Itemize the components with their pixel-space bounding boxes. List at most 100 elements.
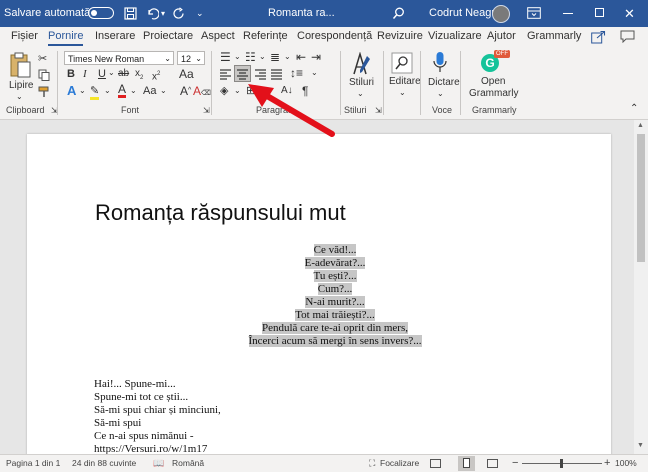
italic-icon[interactable]: I [83,68,87,80]
user-name[interactable]: Codrut Neagu [429,0,498,27]
strikethrough-icon[interactable]: ab [118,68,129,80]
microphone-icon[interactable] [432,51,448,75]
poem-centered-block[interactable]: Ce văd!... E-adevărat?... Tu ești?... Cu… [205,244,465,348]
styles-launcher-icon[interactable]: ⇲ [375,105,382,117]
font-color-dropdown-icon[interactable]: ⌄ [130,85,137,97]
zoom-level[interactable]: 100% [615,455,637,472]
tab-references[interactable]: Referințe [243,27,288,47]
multilevel-dropdown-icon[interactable]: ⌄ [284,51,291,63]
copy-icon[interactable] [38,69,50,81]
font-size-grow-dropdown-icon[interactable]: ⌄ [160,85,167,97]
search-icon[interactable] [392,7,405,20]
tab-view[interactable]: Vizualizare [428,27,482,47]
line-spacing-dropdown-icon[interactable]: ⌄ [311,67,318,79]
share-icon[interactable] [591,30,606,44]
numbering-dropdown-icon[interactable]: ⌄ [259,51,266,63]
bold-icon[interactable]: B [67,68,75,80]
ribbon-display-icon[interactable] [527,7,541,19]
dictate-dropdown-icon[interactable]: ⌄ [437,88,444,100]
customize-toolbar-icon[interactable]: ⌄ [196,0,204,27]
underline-icon[interactable]: U [98,68,106,80]
tab-review[interactable]: Revizuire [377,27,423,47]
avatar[interactable] [492,5,510,23]
comments-icon[interactable] [620,30,635,43]
open-grammarly-label-2[interactable]: Grammarly [469,88,518,99]
font-name-dropdown[interactable]: Times New Roman ⌄ [64,51,174,65]
multilevel-list-icon[interactable]: ≣ [270,51,280,63]
autosave-toggle[interactable] [88,7,114,19]
text-effects-icon[interactable]: A [67,84,76,97]
numbering-icon[interactable]: ☷ [245,51,256,63]
paste-icon[interactable] [9,52,31,78]
word-count[interactable]: 24 din 88 cuvinte [72,455,136,472]
align-center-icon[interactable] [236,68,249,80]
line-spacing-icon[interactable]: ↕≡ [290,67,303,79]
zoom-out-icon[interactable]: − [512,455,518,472]
font-color-icon[interactable]: A [118,83,127,98]
page-count[interactable]: Pagina 1 din 1 [6,455,60,472]
web-layout-icon[interactable] [487,459,498,468]
dictate-label[interactable]: Dictare [428,77,460,88]
vertical-scrollbar[interactable]: ▲ ▼ [634,120,648,454]
open-grammarly-label-1[interactable]: Open [481,76,505,87]
text-effects-dropdown-icon[interactable]: ⌄ [79,85,86,97]
align-right-icon[interactable] [254,68,267,80]
proofing-icon[interactable]: 📖 [153,455,164,472]
scroll-up-icon[interactable]: ▲ [637,122,644,129]
tab-home[interactable]: Pornire [48,27,84,47]
bullets-icon[interactable]: ☰ [220,51,231,63]
tab-mailings[interactable]: Corespondență [297,27,372,47]
document-heading[interactable]: Romanța răspunsului mut [95,200,346,226]
tab-file[interactable]: Fișier [11,27,38,47]
clear-formatting-icon[interactable]: A⌫ [193,85,211,100]
poem-left-block[interactable]: Hai!... Spune-mi... Spune-mi tot ce știi… [94,378,221,456]
font-grow-icon[interactable]: A^ [180,85,191,97]
scroll-thumb[interactable] [637,134,645,262]
styles-icon[interactable] [350,52,372,76]
save-icon[interactable] [124,7,137,20]
focus-icon[interactable]: ⛶ [369,455,375,472]
close-button[interactable]: ✕ [624,0,635,27]
minimize-button[interactable] [563,13,573,14]
undo-icon[interactable] [146,7,159,20]
zoom-in-icon[interactable]: + [604,455,610,472]
editing-label[interactable]: Editare [389,76,421,87]
tab-grammarly[interactable]: Grammarly [527,27,581,47]
underline-dropdown-icon[interactable]: ⌄ [108,67,115,79]
tab-layout[interactable]: Aspect [201,27,235,47]
bullets-dropdown-icon[interactable]: ⌄ [234,51,241,63]
scroll-down-icon[interactable]: ▼ [637,442,644,449]
styles-label[interactable]: Stiluri [349,77,374,88]
decrease-indent-icon[interactable]: ⇤ [296,51,306,63]
collapse-ribbon-icon[interactable]: ⌃ [630,103,638,115]
font-launcher-icon[interactable]: ⇲ [203,105,210,117]
format-painter-icon[interactable] [38,86,50,98]
zoom-slider-thumb[interactable] [560,459,563,468]
highlight-dropdown-icon[interactable]: ⌄ [104,85,111,97]
redo-icon[interactable] [172,7,185,20]
font-size-grow-icon[interactable]: Aa [143,85,156,97]
highlight-icon[interactable]: ✎ [90,85,100,100]
subscript-icon[interactable]: x2 [135,68,143,84]
change-case-icon[interactable]: Aa [179,68,194,80]
read-mode-icon[interactable] [430,459,441,468]
paste-label[interactable]: Lipire [9,80,33,91]
tab-help[interactable]: Ajutor [487,27,516,47]
cut-icon[interactable]: ✂ [38,53,47,65]
language-indicator[interactable]: Română [172,455,204,472]
justify-icon[interactable] [270,68,283,80]
styles-dropdown-icon[interactable]: ⌄ [357,88,364,100]
align-left-icon[interactable] [219,68,232,80]
increase-indent-icon[interactable]: ⇥ [311,51,321,63]
tab-design[interactable]: Proiectare [143,27,193,47]
undo-dropdown-icon[interactable]: ▾ [161,0,165,27]
tab-insert[interactable]: Inserare [95,27,135,47]
maximize-button[interactable] [595,8,604,17]
focus-mode-button[interactable]: Focalizare [380,455,419,472]
paste-dropdown-icon[interactable]: ⌄ [16,91,23,103]
editing-icon[interactable] [391,52,413,74]
shading-icon[interactable]: ◈ [220,85,228,97]
superscript-icon[interactable]: x2 [152,68,160,83]
editing-dropdown-icon[interactable]: ⌄ [399,87,406,99]
font-size-dropdown[interactable]: 12 ⌄ [177,51,205,65]
